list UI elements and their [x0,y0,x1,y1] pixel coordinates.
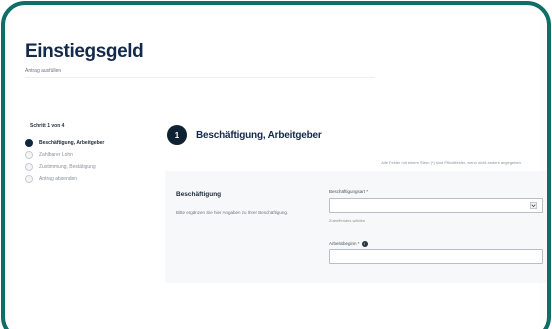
step-active-indicator-icon [25,138,33,147]
step-label: Zustimmung, Bestätigung [39,163,96,170]
page-title: Einstiegsgeld [25,41,144,62]
step-header: 1 Beschäftigung, Arbeitgeber [167,125,322,145]
step-label: Beschäftigung, Arbeitgeber [39,139,105,146]
step-pending-indicator-icon [25,150,33,159]
step-number-badge: 1 [167,125,187,145]
step-item-submit[interactable]: Antrag absenden [25,173,143,184]
step-item-wage[interactable]: Zahlbarer Lohn [25,149,143,160]
step-counter: Schritt 1 von 4 [30,123,65,129]
step-item-consent[interactable]: Zustimmung, Bestätigung [25,161,143,172]
employment-section-card: Beschäftigung Bitte ergänzen Sie hier An… [165,171,547,283]
info-icon[interactable]: i [361,241,368,247]
step-pending-indicator-icon [25,162,33,171]
employment-type-hint: Zutreffendes wählen [329,218,366,223]
step-pending-indicator-icon [25,174,33,183]
start-date-label-row: Arbeitsbeginn * i [329,241,368,247]
section-heading: Beschäftigung [176,191,222,198]
device-frame: Einstiegsgeld Antrag ausfüllen Schritt 1… [1,1,551,329]
step-label: Antrag absenden [39,175,78,182]
required-fields-note: Alle Felder mit einem Stern (*) sind Pfl… [381,160,522,165]
page-subtitle: Antrag ausfüllen [25,68,62,74]
step-title: Beschäftigung, Arbeitgeber [196,129,322,141]
section-description: Bitte ergänzen Sie hier Angaben zu Ihrer… [176,210,289,215]
employment-type-select[interactable] [329,198,543,213]
chevron-down-icon [530,202,537,209]
header-divider [25,77,375,78]
employment-type-label: Beschäftigungsart * [329,189,369,194]
step-item-employment[interactable]: Beschäftigung, Arbeitgeber [25,137,143,148]
step-label: Zahlbarer Lohn [39,151,73,158]
start-date-label: Arbeitsbeginn * [329,241,360,247]
start-date-input[interactable] [329,249,543,264]
application-screen: Einstiegsgeld Antrag ausfüllen Schritt 1… [13,15,547,329]
step-navigation: Schritt 1 von 4 Beschäftigung, Arbeitgeb… [25,123,143,185]
